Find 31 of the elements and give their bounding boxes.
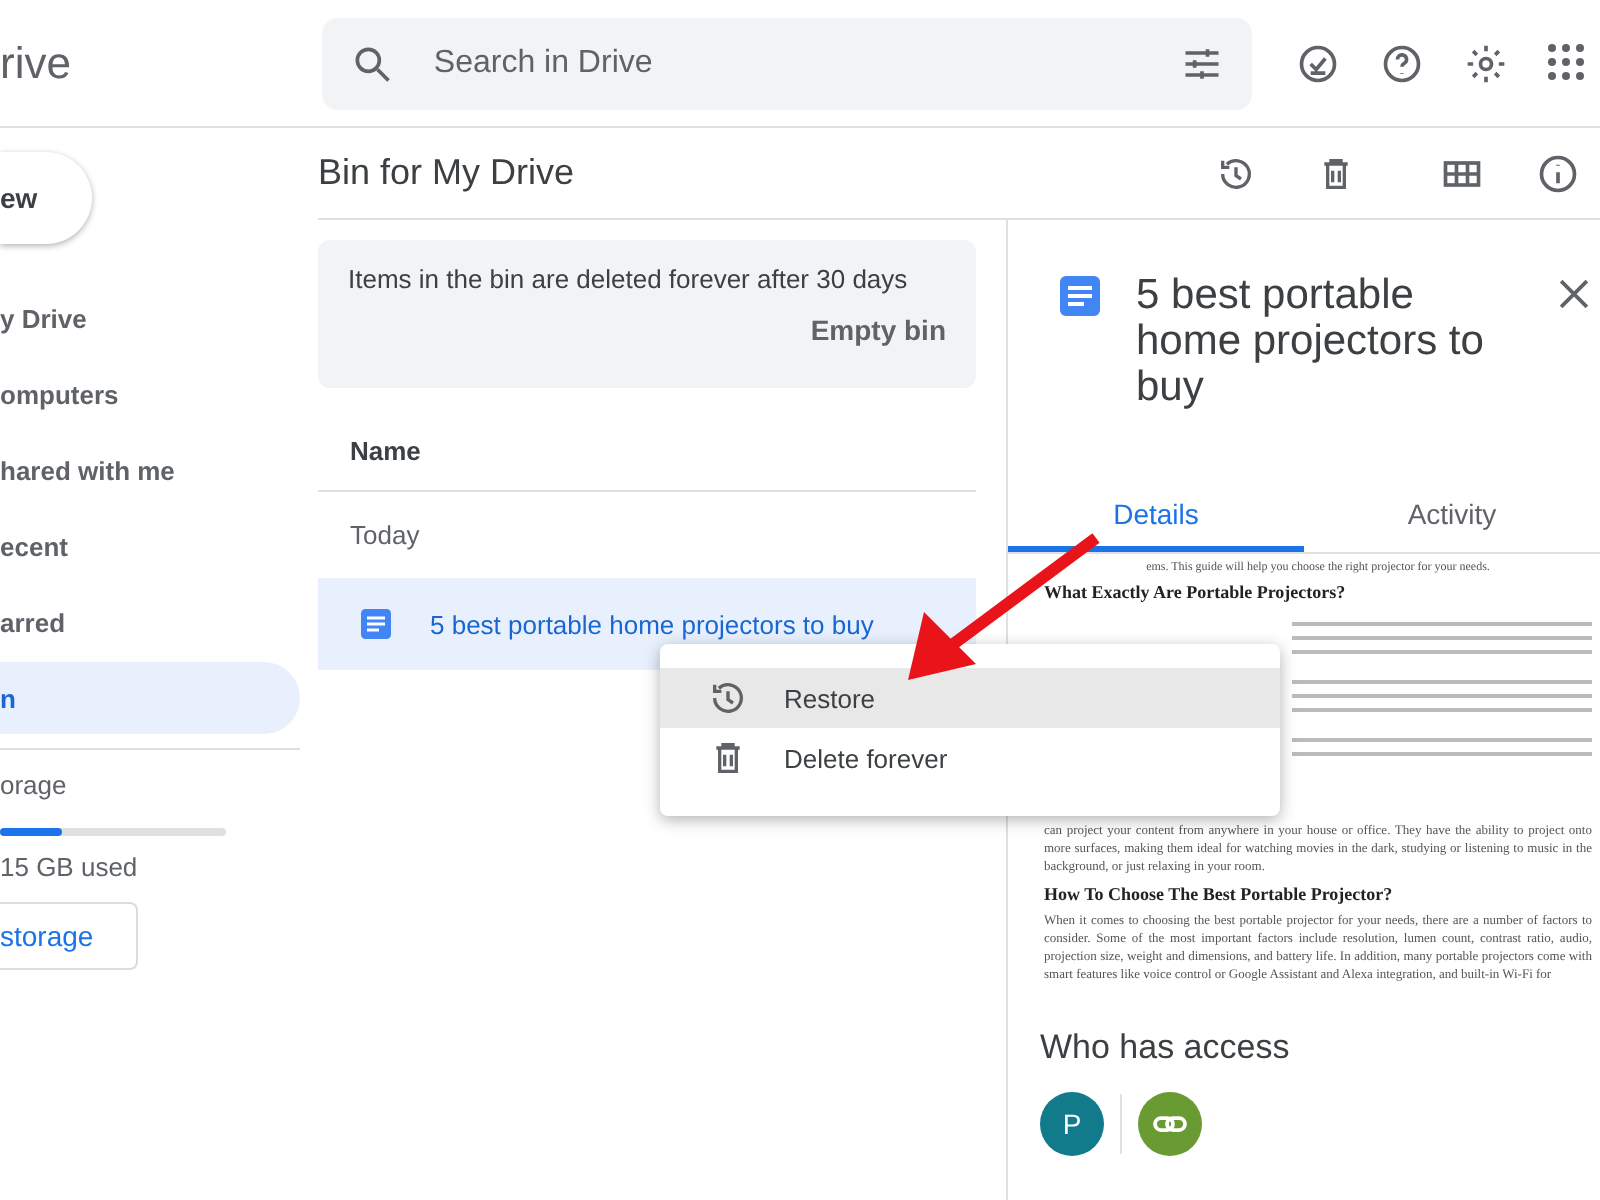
column-header[interactable]: Name bbox=[318, 388, 976, 492]
preview-heading: What Exactly Are Portable Projectors? bbox=[1044, 582, 1348, 602]
sidebar-item[interactable]: omputers bbox=[0, 358, 300, 430]
sidebar-item[interactable]: y Drive bbox=[0, 282, 300, 354]
page-title: Bin for My Drive bbox=[318, 152, 577, 194]
new-button[interactable]: ew bbox=[0, 152, 92, 244]
details-tab[interactable]: Details bbox=[1008, 480, 1304, 552]
document-icon bbox=[1056, 272, 1104, 320]
details-tab[interactable]: Activity bbox=[1304, 480, 1600, 552]
storage-label: orage bbox=[0, 770, 69, 800]
sidebar-item[interactable]: hared with me bbox=[0, 434, 300, 506]
document-icon bbox=[358, 606, 394, 642]
group-label: Today bbox=[348, 518, 422, 554]
empty-bin-button[interactable]: Empty bin bbox=[810, 306, 946, 354]
storage-button[interactable]: storage bbox=[0, 902, 138, 970]
sidebar-item[interactable]: n bbox=[0, 662, 300, 734]
preview-heading: How To Choose The Best Portable Projector? bbox=[1044, 884, 1395, 904]
sidebar-item[interactable]: ecent bbox=[0, 510, 300, 582]
sidebar-item[interactable]: arred bbox=[0, 586, 300, 658]
storage-used-text: 15 GB used bbox=[0, 852, 140, 882]
menu-item[interactable]: Restore bbox=[660, 668, 1280, 728]
menu-item[interactable]: Delete forever bbox=[660, 728, 1280, 788]
notice-text: Items in the bin are deleted forever after 30 days bbox=[348, 264, 910, 294]
file-name: 5 best portable home projectors to buy bbox=[430, 609, 874, 639]
access-title: Who has access bbox=[1038, 1026, 1292, 1070]
details-title: 5 best portable home projectors to buy bbox=[1136, 272, 1486, 410]
app-logo-text: rive bbox=[0, 37, 73, 89]
search-field[interactable]: Search in Drive bbox=[429, 43, 1144, 83]
link-icon[interactable] bbox=[1138, 1092, 1202, 1156]
search-bar[interactable]: Search in Drive bbox=[321, 17, 1252, 109]
user-avatar[interactable]: P bbox=[1040, 1092, 1104, 1156]
